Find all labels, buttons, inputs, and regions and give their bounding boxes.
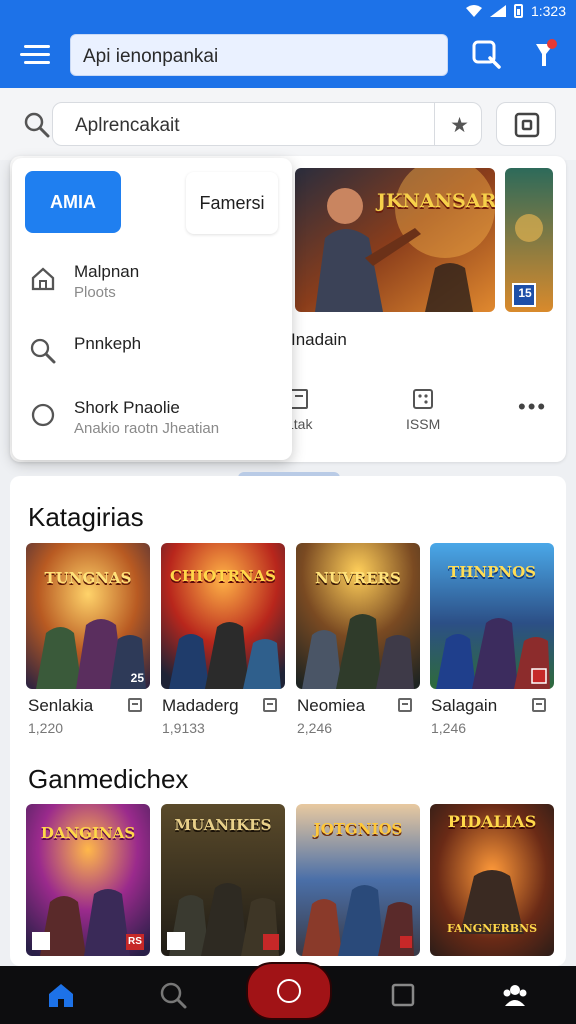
search-row: Aplrencakait ★ <box>0 88 576 160</box>
dropdown-menu: AMIA Famersi Malpnan Ploots Pnnkeph Shor… <box>12 158 292 460</box>
notification-icon[interactable] <box>528 38 562 72</box>
category-tile[interactable]: CHIOTRNAS <box>161 543 285 689</box>
game-tile-art-title: MUANIKES <box>174 816 272 834</box>
category-tile[interactable]: THNPNOS <box>430 543 554 689</box>
game-tile[interactable]: MUANIKES <box>161 804 285 956</box>
chip-secondary[interactable]: Famersi <box>186 172 278 234</box>
game-tile[interactable]: PIDALIAS FANGNERBNS <box>430 804 554 956</box>
category-count: 1,9133 <box>162 720 205 736</box>
menu-item-shortcut-title: Shork Pnaolie <box>74 398 180 417</box>
game-tile-corner: RS <box>128 936 142 947</box>
category-count: 1,220 <box>28 720 64 736</box>
category-title[interactable]: Neomiea <box>297 696 365 716</box>
nav-record-button[interactable] <box>246 962 332 1020</box>
featured-action-2[interactable]: ISSM <box>406 388 440 432</box>
game-tile-art-title: PIDALIAS <box>447 812 537 831</box>
featured-banner-title: JKNANSAR <box>377 190 495 212</box>
category-tile-art-title: CHIOTRNAS <box>169 567 276 585</box>
category-tile-art-title: NUVRERS <box>315 569 401 587</box>
category-tile-corner: 25 <box>130 671 144 685</box>
category-tile-art-title: THNPNOS <box>448 563 536 581</box>
bookmark-icon[interactable] <box>398 698 412 712</box>
search-icon <box>30 338 56 364</box>
menu-item-search-title: Pnnkeph <box>74 334 142 353</box>
search-input-text: Aplrencakait <box>75 115 180 136</box>
nav-search-icon[interactable] <box>158 980 188 1010</box>
category-tile-art <box>26 543 150 689</box>
featured-thumb-badge: 15 <box>518 286 532 300</box>
game-tile-art-subtitle: FANGNERBNS <box>446 922 538 935</box>
chip-primary[interactable]: AMIA <box>25 171 121 233</box>
nav-people-icon[interactable] <box>500 980 530 1010</box>
status-time: 1:323 <box>530 3 566 19</box>
category-tile[interactable]: TUNGNAS 25 <box>26 543 150 689</box>
divider <box>434 103 435 145</box>
menu-item-shortcut[interactable]: Shork Pnaolie Anakio raotn Jheatian <box>12 394 292 450</box>
game-tile-art-title: DANGINAS <box>40 824 136 842</box>
category-title[interactable]: Salagain <box>431 696 497 716</box>
wifi-icon <box>465 5 482 17</box>
category-title[interactable]: Senlakia <box>28 696 93 716</box>
menu-item-home[interactable]: Malpnan Ploots <box>12 258 292 314</box>
game-tile[interactable]: DANGINAS RS <box>26 804 150 956</box>
content-panel: Katagirias TUNGNAS 25 CHIOTRNAS NUVRERS … <box>10 476 566 966</box>
menu-item-shortcut-subtitle: Anakio raotn Jheatian <box>74 420 220 437</box>
category-count: 2,246 <box>297 720 333 736</box>
nav-square-icon[interactable] <box>388 980 418 1010</box>
app-bar: Api ienonpankai <box>0 24 576 88</box>
menu-item-search[interactable]: Pnnkeph <box>12 330 292 386</box>
category-tile-art <box>161 543 285 689</box>
bottom-navigation <box>0 962 576 1024</box>
category-title[interactable]: Madaderg <box>162 696 239 716</box>
category-count: 1,246 <box>431 720 467 736</box>
category-tile[interactable]: NUVRERS <box>296 543 420 689</box>
featured-thumb-2[interactable]: 15 <box>505 168 553 312</box>
game-tile-art-title: JOTGNIOS <box>313 820 403 838</box>
game-tile[interactable]: JOTGNIOS <box>296 804 420 956</box>
camera-icon <box>514 112 540 138</box>
star-icon[interactable]: ★ <box>450 113 469 138</box>
search-input[interactable]: Aplrencakait ★ <box>52 102 482 146</box>
bookmark-icon[interactable] <box>263 698 277 712</box>
nav-home-icon[interactable] <box>46 980 76 1010</box>
bookmark-icon[interactable] <box>532 698 546 712</box>
home-icon <box>31 267 55 291</box>
circle-icon <box>31 403 55 427</box>
menu-icon[interactable] <box>20 42 50 68</box>
bookmark-icon[interactable] <box>128 698 142 712</box>
battery-icon <box>513 4 523 18</box>
signal-icon <box>489 5 506 17</box>
featured-title[interactable]: Inadain <box>291 330 347 350</box>
status-bar: 1:323 <box>0 0 576 24</box>
app-search-box[interactable]: Api ienonpankai <box>70 34 448 76</box>
camera-button[interactable] <box>496 102 556 146</box>
featured-action-2-label: ISSM <box>406 416 441 432</box>
search-icon[interactable] <box>24 112 50 138</box>
categories-title: Katagirias <box>28 502 144 532</box>
more-options-icon[interactable]: ••• <box>518 394 547 420</box>
games-title: Ganmedichex <box>28 764 189 794</box>
menu-item-home-subtitle: Ploots <box>74 284 116 301</box>
dice-icon <box>413 389 434 409</box>
menu-item-home-title: Malpnan <box>74 262 140 281</box>
app-search-text: Api ienonpankai <box>83 46 219 67</box>
search-icon[interactable] <box>470 38 504 72</box>
featured-banner[interactable]: JKNANSAR <box>295 168 495 312</box>
category-tile-art <box>296 543 420 689</box>
category-tile-art-title: TUNGNAS <box>44 569 132 587</box>
